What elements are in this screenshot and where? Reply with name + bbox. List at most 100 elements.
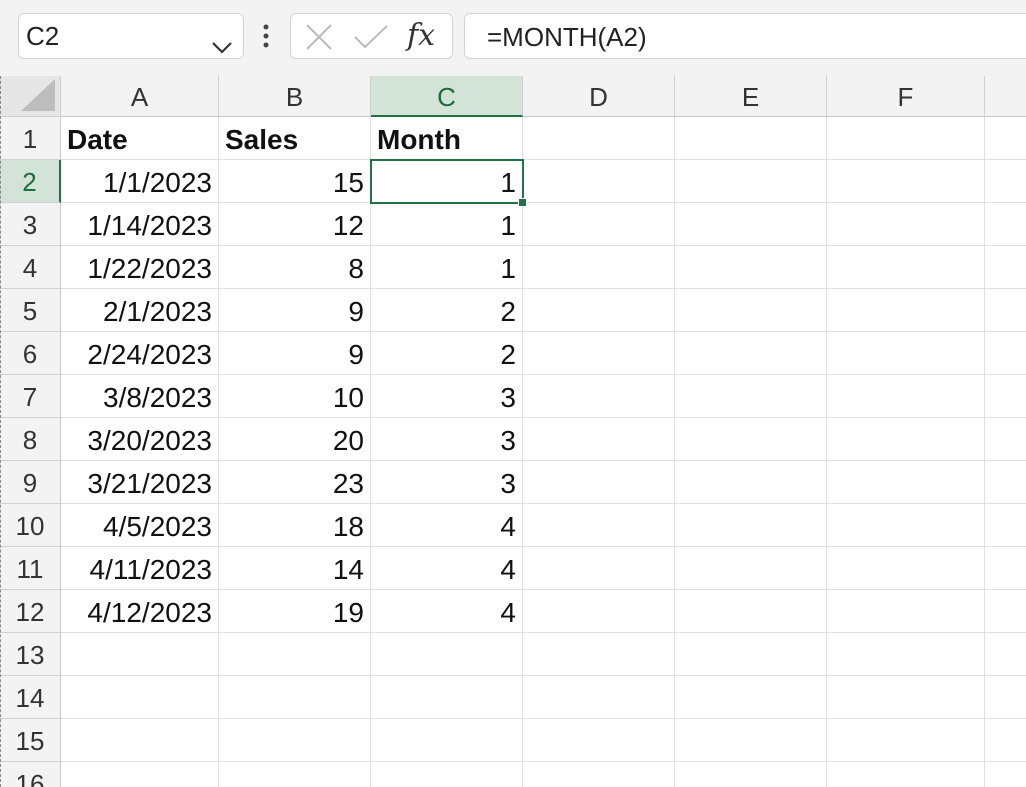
cell-d5[interactable] bbox=[523, 289, 675, 332]
cell-g10[interactable] bbox=[985, 504, 1026, 547]
cell-g11[interactable] bbox=[985, 547, 1026, 590]
cell-e16[interactable] bbox=[675, 762, 827, 787]
cell-g13[interactable] bbox=[985, 633, 1026, 676]
row-header-6[interactable]: 6 bbox=[0, 332, 61, 375]
cell-a8[interactable]: 3/20/2023 bbox=[61, 418, 219, 461]
row-header-16[interactable]: 16 bbox=[0, 762, 61, 787]
cell-f7[interactable] bbox=[827, 375, 985, 418]
cell-a2[interactable]: 1/1/2023 bbox=[61, 160, 219, 203]
cell-c6[interactable]: 2 bbox=[371, 332, 523, 375]
row-header-5[interactable]: 5 bbox=[0, 289, 61, 332]
cell-g8[interactable] bbox=[985, 418, 1026, 461]
cell-a15[interactable] bbox=[61, 719, 219, 762]
row-header-3[interactable]: 3 bbox=[0, 203, 61, 246]
cell-b1[interactable]: Sales bbox=[219, 117, 371, 160]
cell-f10[interactable] bbox=[827, 504, 985, 547]
cell-g2[interactable] bbox=[985, 160, 1026, 203]
cell-f12[interactable] bbox=[827, 590, 985, 633]
cell-b5[interactable]: 9 bbox=[219, 289, 371, 332]
cell-e10[interactable] bbox=[675, 504, 827, 547]
cell-d16[interactable] bbox=[523, 762, 675, 787]
cell-c16[interactable] bbox=[371, 762, 523, 787]
cell-c2[interactable]: 1 bbox=[371, 160, 523, 203]
cell-g5[interactable] bbox=[985, 289, 1026, 332]
row-header-2[interactable]: 2 bbox=[0, 160, 61, 203]
cell-b11[interactable]: 14 bbox=[219, 547, 371, 590]
cell-c10[interactable]: 4 bbox=[371, 504, 523, 547]
cell-c14[interactable] bbox=[371, 676, 523, 719]
cell-f2[interactable] bbox=[827, 160, 985, 203]
cell-d4[interactable] bbox=[523, 246, 675, 289]
cell-d2[interactable] bbox=[523, 160, 675, 203]
cell-g1[interactable] bbox=[985, 117, 1026, 160]
cell-c11[interactable]: 4 bbox=[371, 547, 523, 590]
formula-input[interactable]: =MONTH(A2) bbox=[464, 13, 1026, 59]
cell-c1[interactable]: Month bbox=[371, 117, 523, 160]
cell-b13[interactable] bbox=[219, 633, 371, 676]
cell-e15[interactable] bbox=[675, 719, 827, 762]
cell-a1[interactable]: Date bbox=[61, 117, 219, 160]
row-header-1[interactable]: 1 bbox=[0, 117, 61, 160]
cell-a7[interactable]: 3/8/2023 bbox=[61, 375, 219, 418]
cell-a13[interactable] bbox=[61, 633, 219, 676]
cell-f15[interactable] bbox=[827, 719, 985, 762]
cell-f13[interactable] bbox=[827, 633, 985, 676]
cell-b12[interactable]: 19 bbox=[219, 590, 371, 633]
cell-d3[interactable] bbox=[523, 203, 675, 246]
cell-e14[interactable] bbox=[675, 676, 827, 719]
cell-f14[interactable] bbox=[827, 676, 985, 719]
cell-e3[interactable] bbox=[675, 203, 827, 246]
cell-c3[interactable]: 1 bbox=[371, 203, 523, 246]
row-header-12[interactable]: 12 bbox=[0, 590, 61, 633]
cell-c12[interactable]: 4 bbox=[371, 590, 523, 633]
cell-a16[interactable] bbox=[61, 762, 219, 787]
row-header-7[interactable]: 7 bbox=[0, 375, 61, 418]
cell-f16[interactable] bbox=[827, 762, 985, 787]
cell-d9[interactable] bbox=[523, 461, 675, 504]
cell-b4[interactable]: 8 bbox=[219, 246, 371, 289]
name-box[interactable]: C2 bbox=[18, 13, 244, 59]
cell-a12[interactable]: 4/12/2023 bbox=[61, 590, 219, 633]
cell-b16[interactable] bbox=[219, 762, 371, 787]
cell-a10[interactable]: 4/5/2023 bbox=[61, 504, 219, 547]
cell-f6[interactable] bbox=[827, 332, 985, 375]
cell-g4[interactable] bbox=[985, 246, 1026, 289]
cell-f4[interactable] bbox=[827, 246, 985, 289]
cell-c9[interactable]: 3 bbox=[371, 461, 523, 504]
cell-a9[interactable]: 3/21/2023 bbox=[61, 461, 219, 504]
row-header-13[interactable]: 13 bbox=[0, 633, 61, 676]
cell-e2[interactable] bbox=[675, 160, 827, 203]
cell-g12[interactable] bbox=[985, 590, 1026, 633]
cell-e4[interactable] bbox=[675, 246, 827, 289]
cell-a14[interactable] bbox=[61, 676, 219, 719]
cell-e8[interactable] bbox=[675, 418, 827, 461]
column-header-a[interactable]: A bbox=[61, 76, 219, 117]
cell-e12[interactable] bbox=[675, 590, 827, 633]
cell-c15[interactable] bbox=[371, 719, 523, 762]
cell-b10[interactable]: 18 bbox=[219, 504, 371, 547]
cell-e7[interactable] bbox=[675, 375, 827, 418]
cell-f1[interactable] bbox=[827, 117, 985, 160]
cell-d10[interactable] bbox=[523, 504, 675, 547]
cell-b2[interactable]: 15 bbox=[219, 160, 371, 203]
cell-d1[interactable] bbox=[523, 117, 675, 160]
cell-g9[interactable] bbox=[985, 461, 1026, 504]
cancel-icon[interactable] bbox=[305, 24, 333, 55]
cell-e9[interactable] bbox=[675, 461, 827, 504]
enter-icon[interactable] bbox=[353, 24, 389, 55]
cell-b15[interactable] bbox=[219, 719, 371, 762]
cell-g15[interactable] bbox=[985, 719, 1026, 762]
insert-function-icon[interactable]: fx bbox=[407, 18, 435, 53]
cell-f5[interactable] bbox=[827, 289, 985, 332]
row-header-15[interactable]: 15 bbox=[0, 719, 61, 762]
cell-e6[interactable] bbox=[675, 332, 827, 375]
cell-d7[interactable] bbox=[523, 375, 675, 418]
column-header-d[interactable]: D bbox=[523, 76, 675, 117]
cell-b8[interactable]: 20 bbox=[219, 418, 371, 461]
cell-f3[interactable] bbox=[827, 203, 985, 246]
chevron-down-icon[interactable] bbox=[211, 27, 233, 71]
cell-b9[interactable]: 23 bbox=[219, 461, 371, 504]
cell-c8[interactable]: 3 bbox=[371, 418, 523, 461]
cell-f9[interactable] bbox=[827, 461, 985, 504]
column-header-e[interactable]: E bbox=[675, 76, 827, 117]
